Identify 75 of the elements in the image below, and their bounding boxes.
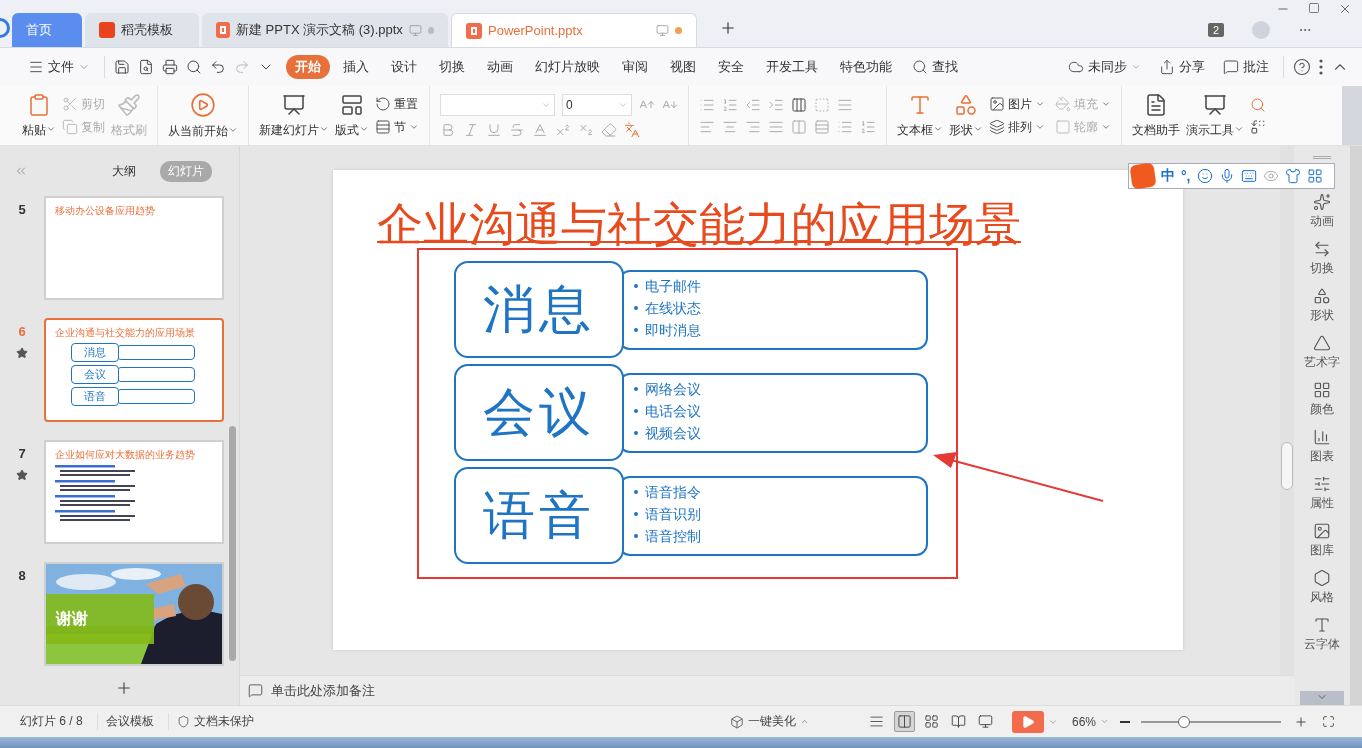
bullet-item: 即时消息 xyxy=(645,320,701,340)
category-label: 会议 xyxy=(454,364,624,461)
tab-count-badge[interactable]: 2 xyxy=(1207,23,1224,37)
sidebar-button[interactable]: 艺术字 xyxy=(1304,334,1340,371)
thumbnail-title: 企业沟通与社交能力的应用场景 xyxy=(55,326,196,340)
ribbon-tab[interactable]: 切换 xyxy=(430,55,474,79)
ribbon-tab[interactable]: 视图 xyxy=(661,55,705,79)
template-name: 会议模板 xyxy=(105,713,169,730)
document-tab[interactable]: 新建 PPTX 演示文稿 (3).pptx xyxy=(202,13,448,47)
ribbon-button[interactable]: 演示工具 xyxy=(1186,92,1244,139)
category-label: 消息 xyxy=(454,261,624,358)
protection-button[interactable]: 文档未保护 xyxy=(176,713,254,730)
bullet-item: 语音识别 xyxy=(645,504,701,524)
beautify-button[interactable]: 一键美化 xyxy=(729,713,809,730)
ime-punctuation[interactable]: °, xyxy=(1181,168,1191,184)
toolbar-button[interactable]: 批注 xyxy=(1215,55,1277,79)
thumbnail-caption: 谢谢 xyxy=(46,594,154,644)
bullet-item: 网络会议 xyxy=(645,379,701,399)
thumbnail-label: 语音 xyxy=(71,387,119,406)
bullet-item: 电话会议 xyxy=(645,401,701,421)
zoom-percent[interactable]: 66% xyxy=(1071,714,1109,729)
sidebar-button[interactable]: 云字体 xyxy=(1304,616,1340,653)
notes-field[interactable]: 单击此处添加备注 xyxy=(271,681,375,700)
slide-number: 6 xyxy=(18,324,26,339)
sidebar-button[interactable]: 切换 xyxy=(1310,240,1334,277)
slide-counter: 幻灯片 6 / 8 xyxy=(20,713,98,730)
paste-button[interactable]: 粘贴 xyxy=(22,92,56,139)
bullet-item: 电子邮件 xyxy=(645,276,701,296)
ribbon-tab[interactable]: 设计 xyxy=(382,55,426,79)
panel-tab[interactable]: 大纲 xyxy=(104,160,144,182)
ribbon-tab[interactable]: 幻灯片放映 xyxy=(526,55,609,79)
file-menu[interactable]: 文件 xyxy=(20,55,98,79)
font-size-field[interactable]: 0 xyxy=(562,93,632,116)
ribbon-tab[interactable]: 插入 xyxy=(334,55,378,79)
bullet-item: 语音控制 xyxy=(645,526,701,546)
sidebar-button[interactable]: 属性 xyxy=(1310,475,1334,512)
ribbon-button[interactable]: 文档助手 xyxy=(1132,92,1180,139)
toolbar-button[interactable]: 未同步 xyxy=(1060,55,1149,79)
ribbon-button[interactable]: 新建幻灯片 xyxy=(259,92,329,139)
thumbnail-title: 移动办公设备应用趋势 xyxy=(55,204,156,218)
sidebar-button[interactable]: 颜色 xyxy=(1310,381,1334,418)
ribbon-button[interactable]: 图片 xyxy=(989,95,1045,113)
ribbon-button[interactable]: 文本框 xyxy=(897,92,943,139)
slide-thumbnail[interactable]: 企业沟通与社交能力的应用场景 消息 会议 语音 xyxy=(44,318,224,422)
ribbon-button[interactable]: 节 xyxy=(375,118,419,136)
ime-mode[interactable]: 中 xyxy=(1161,167,1175,185)
sidebar-button[interactable]: 风格 xyxy=(1310,569,1334,606)
sidebar-button[interactable]: 动画 xyxy=(1310,193,1334,230)
ribbon-tab[interactable]: 特色功能 xyxy=(831,55,901,79)
thumbnail-title: 企业如何应对大数据的业务趋势 xyxy=(55,448,196,462)
play-button[interactable]: 从当前开始 xyxy=(168,91,238,140)
bullet-item: 视频会议 xyxy=(645,423,701,443)
sidebar-button[interactable]: 图表 xyxy=(1310,428,1334,465)
sidebar-button[interactable]: 图库 xyxy=(1310,522,1334,559)
slide-number: 8 xyxy=(18,568,26,583)
slide-title: 企业沟通与社交能力的应用场景 xyxy=(377,197,1022,252)
sidebar-button[interactable]: 形状 xyxy=(1310,287,1334,324)
ribbon-button[interactable]: 形状 xyxy=(949,92,983,139)
slide-number: 7 xyxy=(18,446,26,461)
thumbnail-label: 消息 xyxy=(71,343,119,362)
category-label: 语音 xyxy=(454,467,624,564)
search-button[interactable]: 查找 xyxy=(904,55,966,79)
thumbnail-label: 会议 xyxy=(71,365,119,384)
ribbon-tab[interactable]: 安全 xyxy=(709,55,753,79)
toolbar-button[interactable]: 分享 xyxy=(1151,55,1213,79)
ribbon-tab[interactable]: 动画 xyxy=(478,55,522,79)
ribbon-button[interactable]: 版式 xyxy=(335,92,369,139)
ribbon-button[interactable]: 重置 xyxy=(375,95,419,113)
ribbon-button[interactable]: 排列 xyxy=(989,118,1045,136)
bullet-item: 语音指令 xyxy=(645,482,701,502)
ribbon-tab[interactable]: 审阅 xyxy=(613,55,657,79)
slide-number: 5 xyxy=(18,202,26,217)
document-tab[interactable]: 稻壳模板 xyxy=(85,13,199,47)
ribbon-tab[interactable]: 开发工具 xyxy=(757,55,827,79)
bullet-item: 在线状态 xyxy=(645,298,701,318)
